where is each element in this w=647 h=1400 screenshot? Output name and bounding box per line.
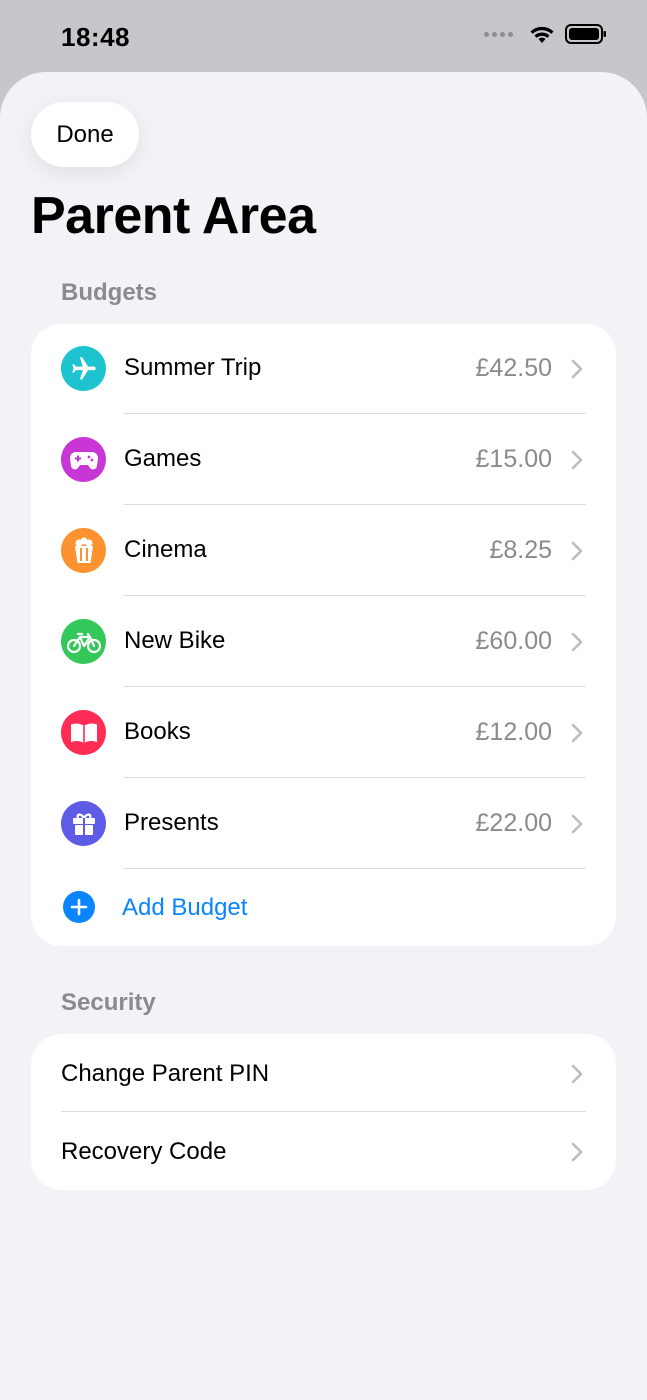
budget-amount: £22.00: [475, 809, 552, 837]
budget-row-cinema[interactable]: Cinema £8.25: [31, 506, 616, 596]
book-icon: [61, 710, 106, 755]
budget-amount: £12.00: [475, 718, 552, 746]
budget-name: Summer Trip: [124, 354, 262, 381]
recovery-code-label: Recovery Code: [61, 1138, 227, 1165]
battery-icon: [565, 24, 606, 44]
chevron-right-icon: [571, 632, 583, 652]
chevron-right-icon: [571, 450, 583, 470]
chevron-right-icon: [571, 1064, 583, 1084]
plus-circle-icon: [63, 891, 95, 923]
budget-name: Books: [124, 718, 191, 745]
parent-area-sheet: Done Parent Area Budgets Summer Trip £42…: [0, 72, 647, 1400]
security-card: Change Parent PIN Recovery Code: [31, 1034, 616, 1190]
budgets-section-label: Budgets: [61, 279, 157, 306]
chevron-right-icon: [571, 541, 583, 561]
budget-row-summer-trip[interactable]: Summer Trip £42.50: [31, 324, 616, 414]
chevron-right-icon: [571, 359, 583, 379]
wifi-icon: [530, 26, 554, 43]
recovery-code-row[interactable]: Recovery Code: [31, 1112, 616, 1190]
bicycle-icon: [61, 619, 106, 664]
budget-name: New Bike: [124, 627, 226, 654]
budget-name: Cinema: [124, 536, 207, 563]
change-parent-pin-row[interactable]: Change Parent PIN: [31, 1034, 616, 1112]
gift-icon: [61, 801, 106, 846]
airplane-icon: [61, 346, 106, 391]
row-divider: [124, 595, 586, 596]
budget-amount: £42.50: [475, 354, 552, 382]
budget-row-presents[interactable]: Presents £22.00: [31, 779, 616, 869]
budget-amount: £15.00: [475, 445, 552, 473]
budget-row-new-bike[interactable]: New Bike £60.00: [31, 597, 616, 687]
budget-row-books[interactable]: Books £12.00: [31, 688, 616, 778]
page-title: Parent Area: [31, 187, 316, 245]
add-budget-button[interactable]: Add Budget: [31, 870, 616, 946]
signal-dots-icon: [484, 31, 513, 37]
status-bar: 18:48: [0, 0, 647, 72]
budget-amount: £8.25: [489, 536, 552, 564]
chevron-right-icon: [571, 723, 583, 743]
budget-row-games[interactable]: Games £15.00: [31, 415, 616, 505]
status-time: 18:48: [61, 22, 130, 52]
budget-name: Presents: [124, 809, 219, 836]
security-section-label: Security: [61, 989, 156, 1016]
budget-amount: £60.00: [475, 627, 552, 655]
change-parent-pin-label: Change Parent PIN: [61, 1060, 270, 1087]
add-budget-label: Add Budget: [122, 894, 248, 921]
row-divider: [124, 413, 586, 414]
done-button[interactable]: Done: [31, 102, 139, 167]
chevron-right-icon: [571, 814, 583, 834]
row-divider: [124, 868, 586, 869]
budget-name: Games: [124, 445, 202, 472]
row-divider: [124, 686, 586, 687]
chevron-right-icon: [571, 1142, 583, 1162]
status-icons: [484, 24, 607, 44]
row-divider: [124, 777, 586, 778]
popcorn-icon: [61, 528, 106, 573]
gamecontroller-icon: [61, 437, 106, 482]
row-divider: [124, 504, 586, 505]
budgets-card: Summer Trip £42.50 Games £15.00 Cinema £…: [31, 324, 616, 946]
